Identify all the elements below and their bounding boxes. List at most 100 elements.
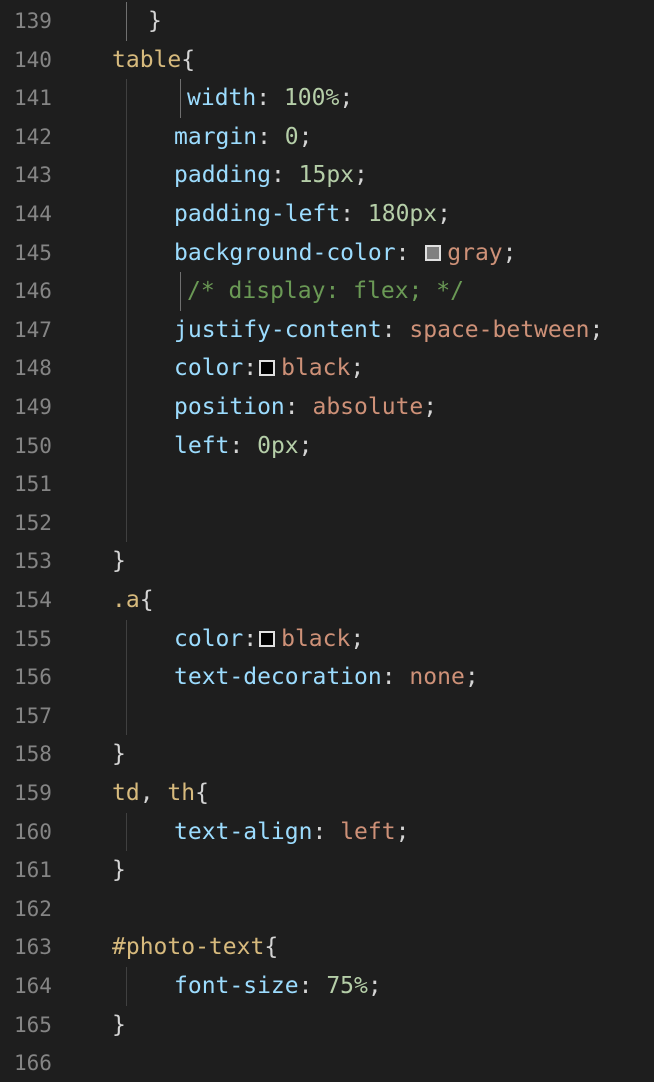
token: padding-left [174, 201, 341, 227]
token: ; [395, 818, 410, 845]
token: : [340, 201, 368, 227]
token: gray [447, 239, 503, 266]
code-line[interactable]: 144 padding-left: 180px; [0, 195, 654, 233]
token: : [298, 973, 327, 999]
token: padding [174, 162, 271, 189]
color-swatch-icon[interactable] [425, 244, 442, 261]
code-line[interactable]: 166 [0, 1044, 654, 1082]
code-line[interactable]: 140 table{ [0, 41, 654, 79]
code-line[interactable]: 147 justify-content: space-between; [0, 311, 654, 349]
code-line[interactable]: 164 font-size: 75%; [0, 967, 654, 1005]
line-number: 142 [14, 124, 52, 149]
token: margin [174, 123, 258, 150]
code-line[interactable]: 153} [0, 542, 654, 580]
token: ; [589, 316, 604, 343]
color-swatch-icon[interactable] [259, 360, 276, 377]
token: ; [437, 201, 451, 227]
line-number: 161 [14, 858, 52, 883]
line-number: 147 [14, 317, 52, 342]
line-number: 141 [14, 86, 52, 111]
code-text: position: absolute; [174, 388, 437, 426]
token: : [229, 432, 258, 459]
token: 0px [257, 432, 299, 459]
code-line[interactable]: 155 color: black; [0, 620, 654, 658]
line-number: 154 [14, 588, 52, 612]
token: , [139, 780, 168, 806]
token: : [284, 394, 313, 420]
code-text: margin: 0; [174, 118, 313, 156]
token: ; [350, 625, 365, 652]
code-line[interactable]: 149 position: absolute; [0, 388, 654, 426]
code-line[interactable]: 151 [0, 465, 654, 503]
code-line[interactable]: 157 [0, 697, 654, 735]
code-text: color: black; [174, 349, 364, 387]
line-number: 162 [14, 896, 52, 921]
code-line[interactable]: 158} [0, 735, 654, 773]
code-text: color: black; [174, 620, 364, 658]
code-line[interactable]: 141 width: 100%; [0, 79, 654, 117]
code-line[interactable]: 156 text-decoration: none; [0, 658, 654, 696]
line-number: 152 [14, 510, 52, 535]
line-number: 160 [14, 819, 52, 844]
token: : [381, 316, 410, 343]
line-number: 148 [14, 356, 52, 381]
token: } [112, 1011, 126, 1038]
token: color [174, 355, 244, 382]
token: td [112, 780, 140, 806]
code-line[interactable]: 159 td, th{ [0, 774, 654, 812]
code-line[interactable]: 139} [0, 2, 654, 40]
line-number: 144 [14, 202, 52, 226]
token: : [257, 123, 285, 150]
token: text-align [174, 818, 313, 845]
token: ; [367, 973, 382, 999]
token: } [112, 548, 126, 575]
code-line[interactable]: 154 .a{ [0, 581, 654, 619]
indent-guide [126, 812, 127, 852]
code-line[interactable]: 145 background-color: gray; [0, 234, 654, 272]
line-number: 150 [14, 433, 52, 458]
code-line[interactable]: 162 [0, 890, 654, 928]
code-text: justify-content: space-between; [174, 311, 603, 349]
code-text: text-align: left; [174, 813, 409, 851]
code-text: width: 100%; [187, 79, 353, 117]
token: color [174, 625, 244, 652]
token: position [174, 394, 285, 420]
code-line[interactable]: 142 margin: 0; [0, 118, 654, 156]
token: font-size [174, 973, 299, 999]
code-line[interactable]: 143 padding: 15px; [0, 156, 654, 194]
code-line[interactable]: 160 text-align: left; [0, 813, 654, 851]
token: left [174, 432, 230, 459]
line-number: 164 [14, 974, 52, 998]
token: absolute [312, 394, 424, 420]
color-swatch-icon[interactable] [259, 630, 276, 647]
line-number: 166 [14, 1051, 52, 1076]
token: { [181, 46, 196, 73]
token: : [395, 239, 424, 266]
token: ; [464, 664, 479, 691]
token: th [167, 780, 196, 806]
line-number: 145 [14, 240, 52, 265]
code-line[interactable]: 152 [0, 504, 654, 542]
token: background-color [174, 239, 396, 266]
token: ; [298, 432, 313, 459]
token: } [148, 8, 162, 34]
code-line[interactable]: 146 /* display: flex; */ [0, 272, 654, 310]
code-line[interactable]: 163 #photo-text{ [0, 928, 654, 966]
token: : [243, 625, 258, 652]
line-number: 163 [14, 935, 52, 960]
token: justify-content [174, 316, 382, 343]
code-editor[interactable]: 139} 140 table{ 141 width: 100%; 142 margin: 0… [0, 0, 654, 1075]
code-line[interactable]: 148 color: black; [0, 349, 654, 387]
indent-guide [126, 967, 127, 1006]
code-line[interactable]: 150 left: 0px; [0, 427, 654, 465]
token: /* display: flex; */ [187, 278, 464, 305]
indent-guide [126, 79, 127, 543]
code-text: td, th{ [112, 774, 209, 812]
code-text: left: 0px; [174, 427, 313, 465]
token: black [281, 625, 351, 652]
token: { [195, 780, 209, 806]
code-text: padding-left: 180px; [174, 195, 451, 233]
code-text: table{ [112, 41, 195, 79]
code-line[interactable]: 165} [0, 1006, 654, 1044]
code-line[interactable]: 161} [0, 851, 654, 889]
